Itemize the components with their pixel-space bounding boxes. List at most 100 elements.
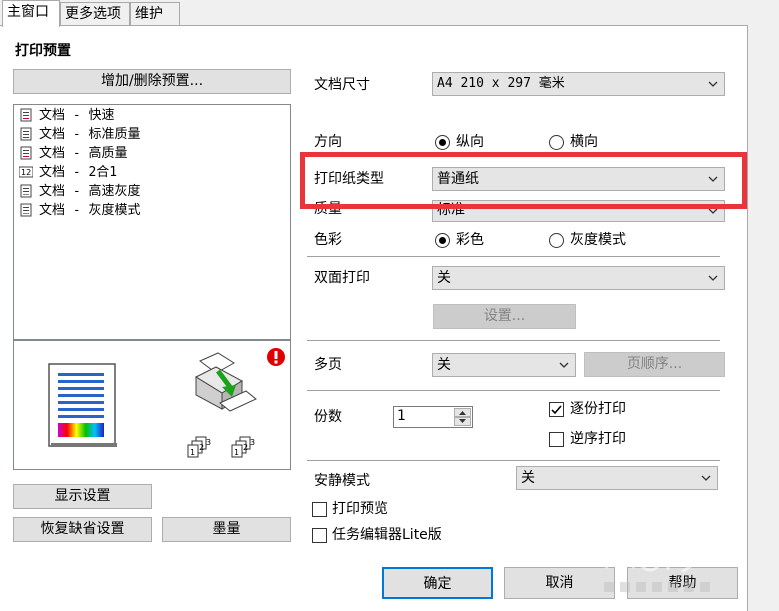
chevron-down-icon — [708, 81, 718, 87]
document-icon — [20, 108, 32, 122]
chevron-down-icon — [559, 362, 569, 368]
chevron-down-icon — [701, 475, 711, 481]
page-preview-icon — [48, 363, 117, 447]
document-icon — [20, 184, 32, 198]
divider — [307, 340, 720, 341]
paper-type-value: 普通纸 — [437, 171, 479, 187]
copies-down-button[interactable] — [454, 417, 471, 426]
preset-label: 文档 - 高质量 — [39, 146, 128, 161]
document-icon — [20, 127, 32, 141]
svg-text:1: 1 — [234, 448, 239, 457]
svg-text:1: 1 — [190, 448, 195, 457]
portrait-label: 纵向 — [456, 134, 484, 150]
svg-text:2: 2 — [199, 443, 204, 452]
svg-text:3: 3 — [206, 438, 211, 447]
reverse-order-checkbox[interactable] — [549, 432, 564, 447]
ok-button[interactable]: 确定 — [382, 567, 493, 599]
preset-label: 文档 - 2合1 — [39, 165, 118, 180]
preset-label: 文档 - 标准质量 — [39, 127, 141, 142]
multipage-label: 多页 — [314, 357, 342, 373]
list-item[interactable]: 文档 - 高速灰度 — [19, 183, 140, 201]
restore-defaults-button[interactable]: 恢复缺省设置 — [13, 517, 152, 542]
preset-label: 文档 - 高速灰度 — [39, 184, 141, 199]
quiet-mode-value: 关 — [521, 470, 535, 486]
document-icon — [20, 203, 32, 217]
caret-up-icon — [459, 411, 466, 415]
color-label: 色彩 — [314, 232, 342, 248]
copies-label: 份数 — [314, 409, 342, 425]
cancel-button[interactable]: 取消 — [504, 567, 615, 599]
collate-label: 逐份打印 — [570, 401, 626, 417]
checkmark-icon — [551, 405, 562, 415]
job-arranger-label: 任务编辑器Lite版 — [332, 527, 442, 543]
grayscale-label: 灰度模式 — [570, 232, 626, 248]
tab-maintenance[interactable]: 维护 — [130, 2, 180, 26]
print-preview-checkbox[interactable] — [312, 502, 327, 517]
portrait-radio[interactable] — [435, 135, 450, 150]
paper-type-dropdown[interactable]: 普通纸 — [432, 167, 725, 191]
print-preview-panel: 1 2 3 1 2 3 — [13, 340, 291, 470]
color-option-label: 彩色 — [456, 232, 484, 248]
collate-pages-icon: 1 2 3 — [231, 436, 255, 458]
ink-levels-button[interactable]: 墨量 — [162, 517, 291, 542]
copies-stepper[interactable]: 1 — [393, 406, 473, 428]
svg-text:12: 12 — [21, 168, 31, 177]
tab-more-options[interactable]: 更多选项 — [60, 2, 130, 26]
landscape-label: 横向 — [570, 134, 598, 150]
show-settings-button[interactable]: 显示设置 — [13, 484, 152, 509]
page-order-button[interactable]: 页顺序... — [584, 352, 725, 377]
svg-text:3: 3 — [250, 438, 255, 447]
duplex-label: 双面打印 — [314, 270, 370, 286]
help-button[interactable]: 帮助 — [627, 567, 738, 599]
copies-value: 1 — [397, 408, 406, 424]
quality-value: 标准 — [437, 202, 465, 218]
quality-dropdown[interactable]: 标准 — [432, 200, 725, 222]
list-item[interactable]: 文档 - 高质量 — [19, 145, 127, 163]
tab-main[interactable]: 主窗口 — [2, 0, 60, 27]
copies-up-button[interactable] — [454, 408, 471, 417]
divider — [307, 256, 720, 257]
print-preview-label: 打印预览 — [332, 501, 388, 517]
two-in-one-icon: 12 — [18, 166, 34, 178]
add-remove-presets-button[interactable]: 增加/删除预置... — [13, 69, 291, 94]
divider — [307, 390, 720, 391]
list-item[interactable]: 文档 - 标准质量 — [19, 126, 140, 144]
landscape-radio[interactable] — [549, 135, 564, 150]
reverse-order-label: 逆序打印 — [570, 431, 626, 447]
svg-text:2: 2 — [243, 443, 248, 452]
quality-label: 质量 — [314, 201, 342, 217]
presets-title: 打印预置 — [15, 43, 71, 59]
multipage-dropdown[interactable]: 关 — [432, 353, 576, 377]
doc-size-label: 文档尺寸 — [314, 77, 370, 93]
quiet-mode-dropdown[interactable]: 关 — [516, 466, 718, 490]
warning-icon — [267, 348, 285, 366]
tab-bar: 主窗口 更多选项 维护 — [0, 0, 779, 27]
chevron-down-icon — [708, 208, 718, 214]
multipage-value: 关 — [437, 357, 451, 373]
grayscale-radio[interactable] — [549, 233, 564, 248]
preset-label: 文档 - 灰度模式 — [39, 203, 141, 218]
caret-down-icon — [459, 419, 466, 423]
quiet-mode-label: 安静模式 — [314, 473, 370, 489]
list-item[interactable]: 文档 - 灰度模式 — [19, 202, 140, 220]
orientation-label: 方向 — [314, 134, 342, 150]
duplex-settings-button[interactable]: 设置... — [433, 304, 576, 329]
presets-list[interactable]: 文档 - 快速 文档 - 标准质量 文档 - 高质量 12 文档 - 2合1 文档… — [13, 104, 291, 340]
preset-label: 文档 - 快速 — [39, 108, 115, 123]
printer-icon — [194, 352, 257, 412]
list-item[interactable]: 12 文档 - 2合1 — [18, 164, 118, 182]
collate-checkbox[interactable] — [549, 402, 564, 417]
list-item[interactable]: 文档 - 快速 — [19, 107, 114, 125]
chevron-down-icon — [708, 275, 718, 281]
duplex-value: 关 — [437, 270, 451, 286]
document-icon — [20, 146, 32, 160]
divider — [307, 460, 720, 461]
chevron-down-icon — [708, 176, 718, 182]
collate-pages-icon: 1 2 3 — [187, 436, 211, 458]
job-arranger-checkbox[interactable] — [312, 528, 327, 543]
doc-size-dropdown[interactable]: A4 210 x 297 毫米 — [432, 72, 725, 96]
color-radio[interactable] — [435, 233, 450, 248]
duplex-dropdown[interactable]: 关 — [432, 266, 725, 290]
window-background-strip — [748, 0, 779, 611]
paper-type-label: 打印纸类型 — [314, 171, 384, 187]
